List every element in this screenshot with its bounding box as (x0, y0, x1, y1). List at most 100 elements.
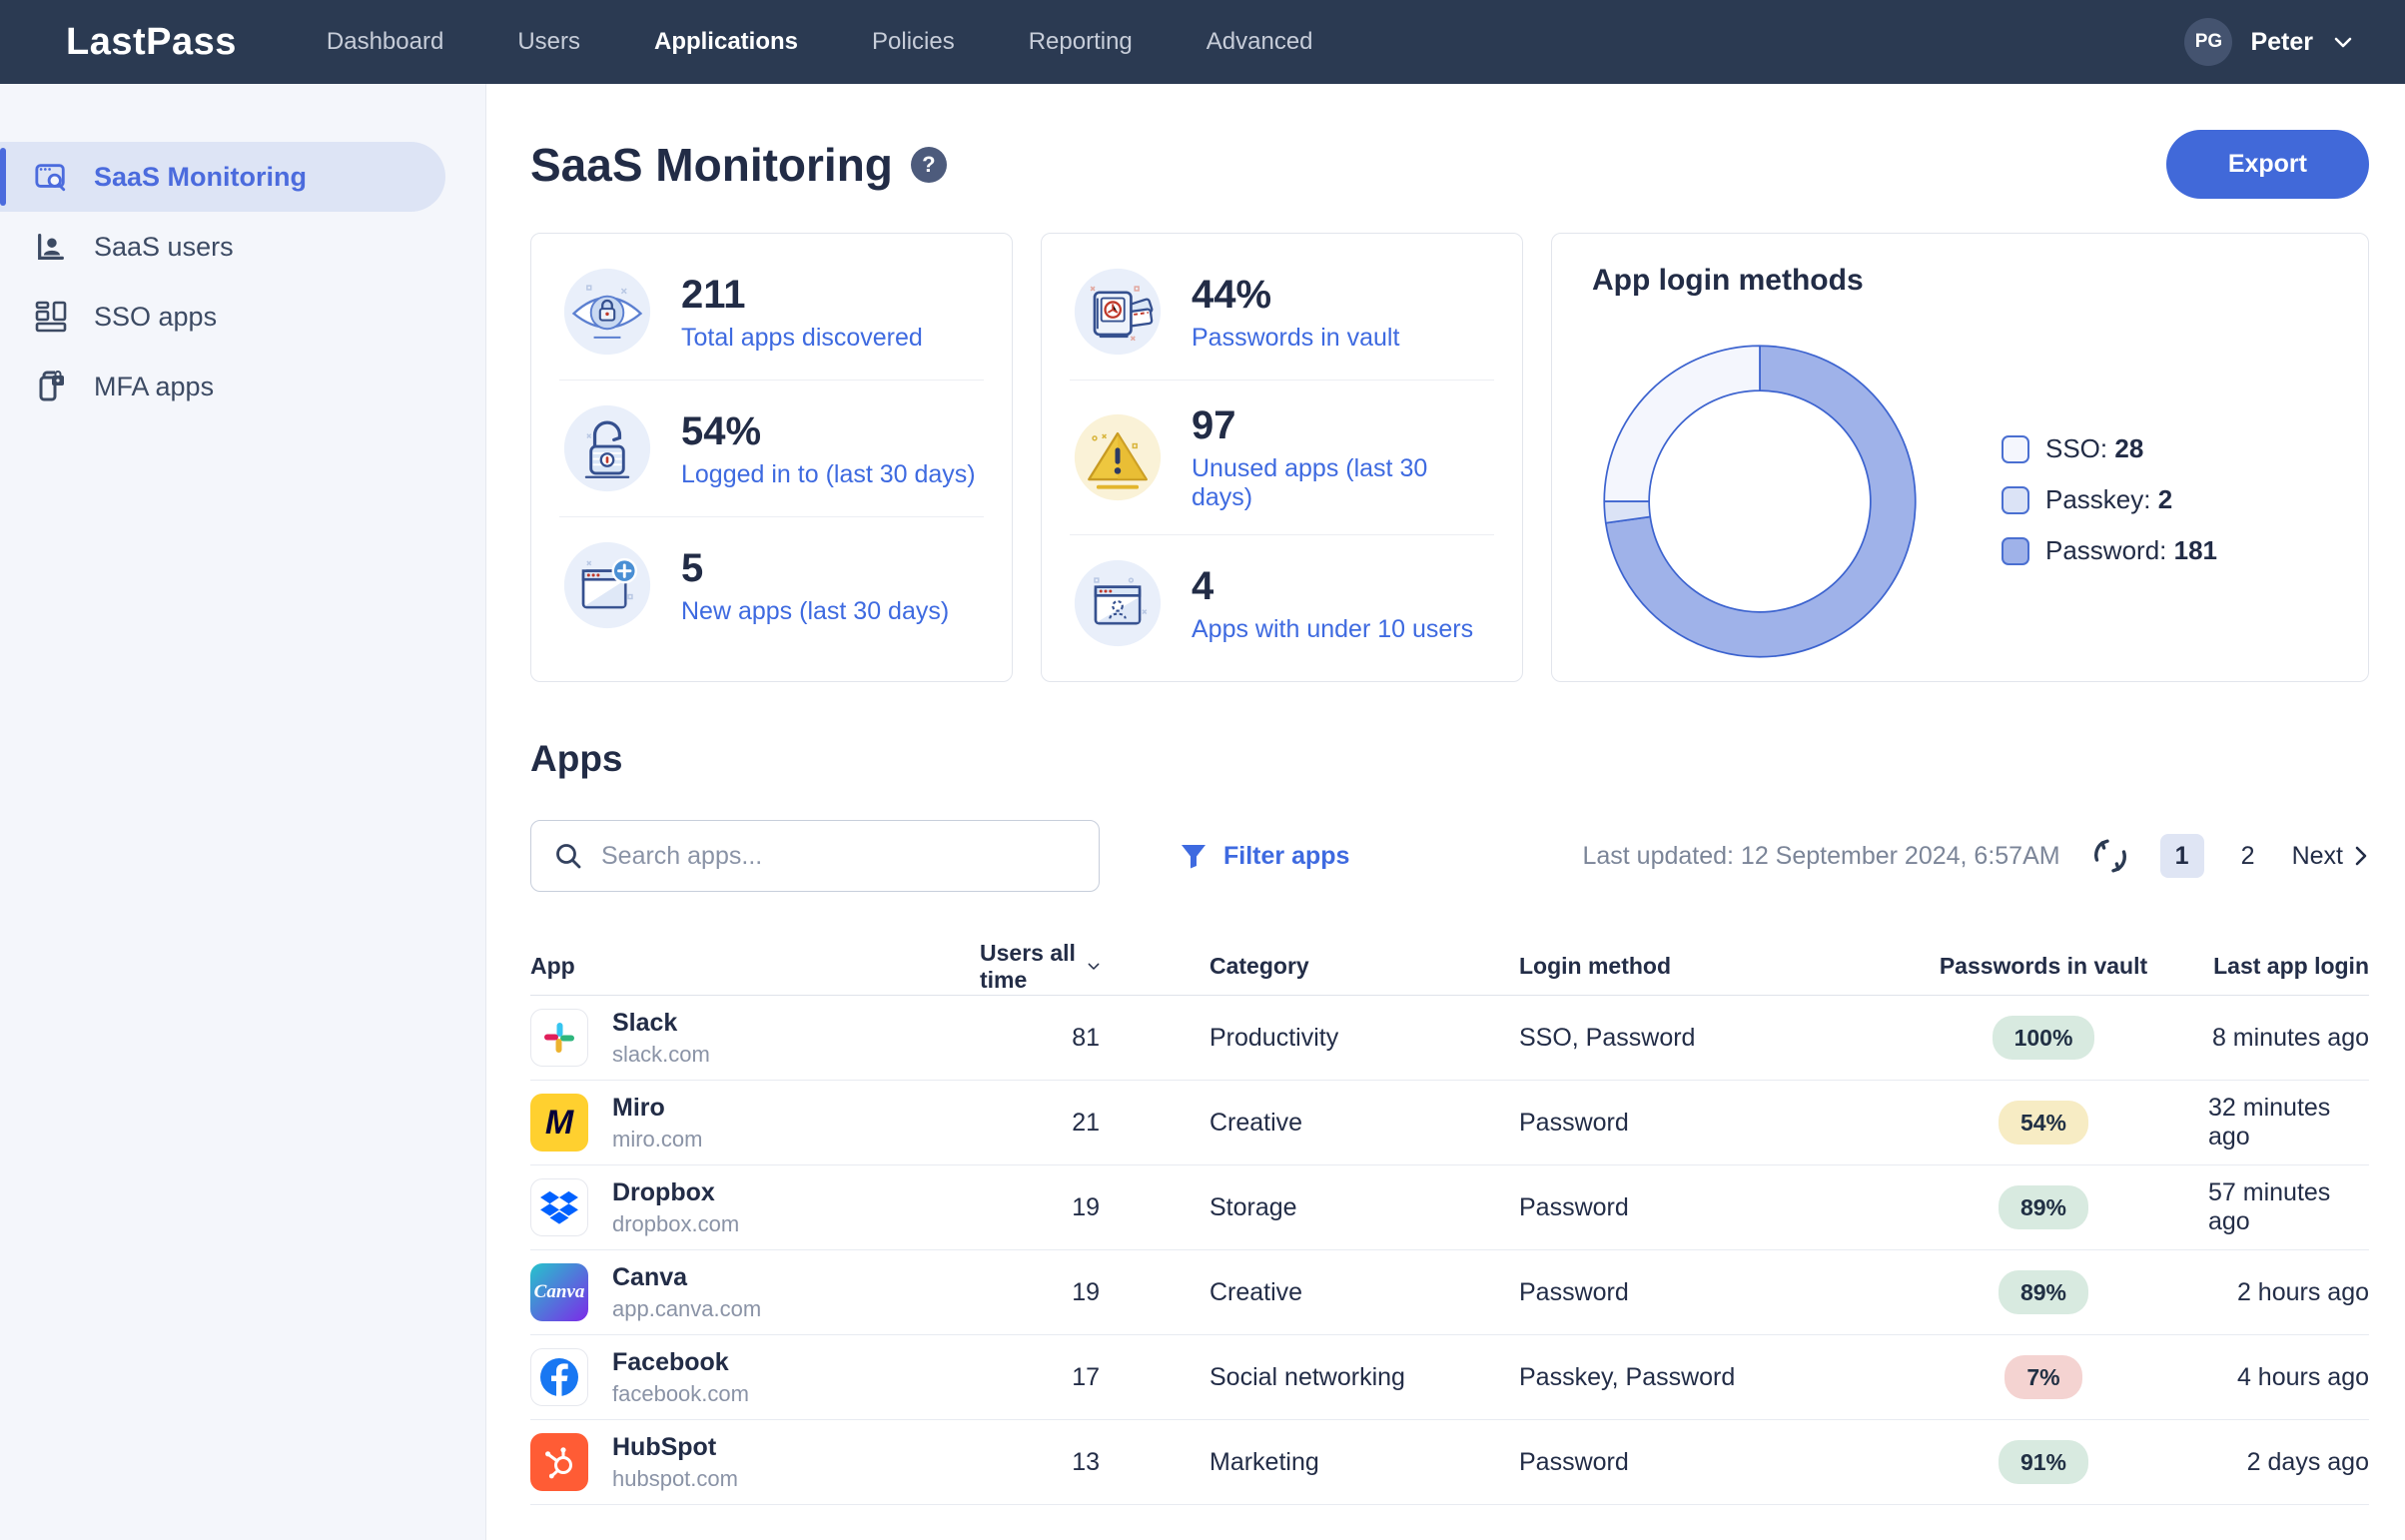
eye-lock-icon (561, 266, 653, 358)
sidebar-item-sso-apps[interactable]: SSO apps (0, 282, 445, 352)
sidebar-item-label: MFA apps (94, 372, 214, 402)
passwords-in-vault-badge: 89% (1999, 1270, 2088, 1314)
stat-label-link[interactable]: Unused apps (last 30 days) (1192, 454, 1492, 512)
table-body: Slack slack.com 81 Productivity SSO, Pas… (530, 996, 2369, 1505)
legend-item-passkey: Passkey: 2 (2002, 484, 2217, 515)
nav-item-users[interactable]: Users (517, 28, 580, 56)
next-label: Next (2292, 842, 2343, 871)
padlock-icon (561, 402, 653, 494)
app-cell: Facebook facebook.com (530, 1348, 980, 1407)
stat-logged-in-to-last-30-days-: 54% Logged in to (last 30 days) (559, 380, 984, 516)
passwords-in-vault-badge: 54% (1999, 1101, 2088, 1145)
page-title: SaaS Monitoring (530, 138, 893, 192)
canva-logo-icon: Canva (530, 1263, 588, 1321)
column-header-login-method: Login method (1519, 953, 1879, 980)
vault-badge: 100% (1993, 1024, 2095, 1053)
sidebar-item-saas-monitoring[interactable]: SaaS Monitoring (0, 142, 445, 212)
phone-lock-icon (34, 370, 68, 403)
chart-title: App login methods (1592, 264, 2328, 298)
stat-label-link[interactable]: Passwords in vault (1192, 324, 1399, 353)
login-method-value: Password (1519, 1109, 1879, 1138)
nav-item-policies[interactable]: Policies (872, 28, 955, 56)
users-all-time-value: 21 (1072, 1109, 1100, 1138)
vault-icon (1072, 266, 1164, 358)
nav-item-advanced[interactable]: Advanced (1206, 28, 1313, 56)
app-domain: facebook.com (612, 1381, 749, 1407)
passwords-in-vault-badge: 7% (2004, 1355, 2081, 1399)
apps-table: AppUsers all timeCategoryLogin methodPas… (530, 938, 2369, 1505)
warning-icon (1072, 411, 1164, 503)
vault-badge: 54% (1999, 1109, 2088, 1138)
legend-label: Password: 181 (2045, 535, 2217, 566)
donut-segment-sso (1604, 346, 1760, 501)
users-all-time-value: 19 (1072, 1193, 1100, 1222)
refresh-icon[interactable] (2088, 834, 2132, 878)
page-1[interactable]: 1 (2160, 834, 2204, 878)
stat-value: 97 (1192, 402, 1492, 448)
category-value: Creative (1100, 1278, 1519, 1307)
table-row-miro[interactable]: M Miro miro.com 21 Creative Password 54%… (530, 1081, 2369, 1165)
last-updated-text: Last updated: 12 September 2024, 6:57AM (1582, 842, 2059, 871)
login-method-value: SSO, Password (1519, 1024, 1879, 1053)
stat-value: 44% (1192, 272, 1399, 318)
user-chart-icon (34, 230, 68, 264)
table-row-dropbox[interactable]: Dropbox dropbox.com 19 Storage Password … (530, 1165, 2369, 1250)
nav-item-applications[interactable]: Applications (654, 28, 798, 56)
login-method-value: Password (1519, 1448, 1879, 1477)
sidebar-item-mfa-apps[interactable]: MFA apps (0, 352, 445, 421)
last-app-login-value: 8 minutes ago (2212, 1024, 2369, 1053)
column-header-users-all-time[interactable]: Users all time (980, 940, 1100, 994)
login-methods-card: App login methods SSO: 28Passkey: 2Passw… (1551, 233, 2369, 682)
next-page-button[interactable]: Next (2292, 842, 2369, 871)
stat-label-link[interactable]: Total apps discovered (681, 324, 923, 353)
legend-item-password: Password: 181 (2002, 535, 2217, 566)
passwords-in-vault-badge: 100% (1993, 1016, 2095, 1060)
avatar: PG (2184, 18, 2232, 66)
login-method-value: Password (1519, 1193, 1879, 1222)
stats-cards-row: 211 Total apps discovered 54% Logged in … (530, 233, 2369, 682)
stat-apps-with-under-10-users: 4 Apps with under 10 users (1070, 534, 1494, 671)
table-row-canva[interactable]: Canva Canva app.canva.com 19 Creative Pa… (530, 1250, 2369, 1335)
table-row-hubspot[interactable]: HubSpot hubspot.com 13 Marketing Passwor… (530, 1420, 2369, 1505)
table-row-slack[interactable]: Slack slack.com 81 Productivity SSO, Pas… (530, 996, 2369, 1081)
category-value: Storage (1100, 1193, 1519, 1222)
main-content: SaaS Monitoring ? Export 211 Total apps … (486, 84, 2405, 1540)
nav-item-dashboard[interactable]: Dashboard (327, 28, 443, 56)
filter-apps-button[interactable]: Filter apps (1180, 842, 1349, 871)
export-button[interactable]: Export (2166, 130, 2369, 199)
app-name: Dropbox (612, 1178, 739, 1207)
nav-item-reporting[interactable]: Reporting (1029, 28, 1133, 56)
stat-new-apps-last-30-days-: 5 New apps (last 30 days) (559, 516, 984, 653)
stat-label-link[interactable]: Logged in to (last 30 days) (681, 460, 976, 489)
sidebar-item-saas-users[interactable]: SaaS users (0, 212, 445, 282)
stat-label-link[interactable]: New apps (last 30 days) (681, 597, 949, 626)
last-app-login-value: 57 minutes ago (2208, 1178, 2369, 1236)
column-header-last-app-login: Last app login (2213, 953, 2369, 980)
table-row-facebook[interactable]: Facebook facebook.com 17 Social networki… (530, 1335, 2369, 1420)
help-icon[interactable]: ? (911, 147, 947, 183)
chevron-down-icon (2331, 30, 2355, 54)
slack-logo-icon (530, 1009, 588, 1067)
category-value: Marketing (1100, 1448, 1519, 1477)
stat-unused-apps-last-30-days-: 97 Unused apps (last 30 days) (1070, 380, 1494, 534)
user-menu[interactable]: PG Peter (2184, 18, 2355, 66)
last-app-login-value: 2 hours ago (2237, 1278, 2369, 1307)
legend-swatch (2002, 435, 2029, 463)
last-app-login-value: 2 days ago (2247, 1448, 2369, 1477)
stat-value: 4 (1192, 563, 1473, 609)
users-all-time-value: 13 (1072, 1448, 1100, 1477)
grid-icon (34, 300, 68, 334)
stat-value: 54% (681, 408, 976, 454)
app-cell: HubSpot hubspot.com (530, 1433, 980, 1492)
sidebar-item-label: SSO apps (94, 302, 217, 333)
app-cell: M Miro miro.com (530, 1094, 980, 1153)
stat-label-link[interactable]: Apps with under 10 users (1192, 615, 1473, 644)
category-value: Productivity (1100, 1024, 1519, 1053)
passwords-in-vault-badge: 91% (1999, 1440, 2088, 1484)
page-2[interactable]: 2 (2226, 834, 2270, 878)
search-input[interactable] (601, 842, 1077, 871)
lastpass-logo[interactable]: LastPass (66, 21, 237, 64)
browser-plus-icon (561, 539, 653, 631)
filter-funnel-icon (1180, 842, 1207, 870)
app-domain: miro.com (612, 1127, 702, 1153)
